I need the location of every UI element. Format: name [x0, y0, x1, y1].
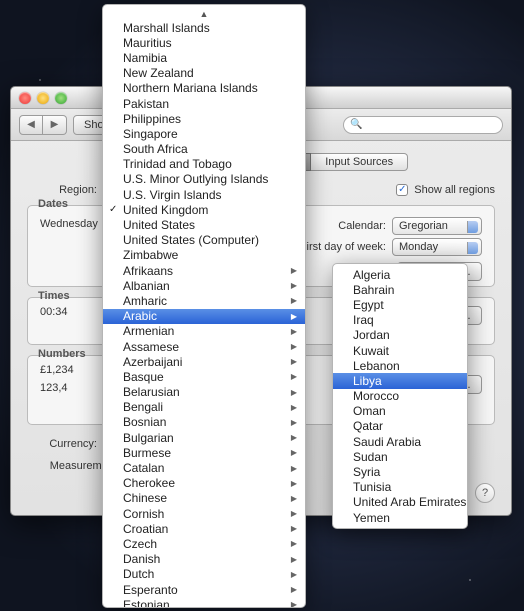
submenu-item[interactable]: Sudan [333, 449, 467, 464]
submenu-item[interactable]: Oman [333, 404, 467, 419]
menu-item[interactable]: Czech [103, 536, 305, 551]
search-input[interactable]: 🔍 [343, 116, 503, 134]
menu-item[interactable]: Esperanto [103, 582, 305, 597]
menu-item[interactable]: Croatian [103, 521, 305, 536]
menu-item[interactable]: Assamese [103, 339, 305, 354]
submenu-item[interactable]: Libya [333, 373, 467, 388]
nav-back-button[interactable]: ◀ [19, 115, 43, 135]
submenu-item[interactable]: United Arab Emirates [333, 495, 467, 510]
menu-item[interactable]: Namibia [103, 50, 305, 65]
show-all-regions-label: Show all regions [414, 184, 495, 196]
menu-item[interactable]: Albanian [103, 278, 305, 293]
search-field[interactable] [362, 118, 496, 132]
menu-item[interactable]: New Zealand [103, 66, 305, 81]
menu-item[interactable]: U.S. Virgin Islands [103, 187, 305, 202]
menu-item[interactable]: Belarusian [103, 385, 305, 400]
menu-item[interactable]: Afrikaans [103, 263, 305, 278]
menu-item[interactable]: Mauritius [103, 35, 305, 50]
menu-item[interactable]: Dutch [103, 567, 305, 582]
region-label: Region: [27, 184, 97, 196]
times-sample-1: 00:34 [40, 306, 100, 325]
menu-item[interactable]: Burmese [103, 445, 305, 460]
menu-item[interactable]: Zimbabwe [103, 248, 305, 263]
help-button[interactable]: ? [475, 483, 495, 503]
submenu-item[interactable]: Tunisia [333, 480, 467, 495]
submenu-item[interactable]: Algeria [333, 267, 467, 282]
menu-item[interactable]: Catalan [103, 460, 305, 475]
dates-sample-1: Wednesday [40, 218, 100, 230]
menu-item[interactable]: Estonian [103, 597, 305, 608]
close-button[interactable] [19, 92, 31, 104]
menu-item[interactable]: United States (Computer) [103, 233, 305, 248]
menu-item[interactable]: U.S. Minor Outlying Islands [103, 172, 305, 187]
search-icon: 🔍 [350, 119, 362, 130]
menu-item[interactable]: Philippines [103, 111, 305, 126]
menu-item[interactable]: Northern Mariana Islands [103, 81, 305, 96]
menu-item[interactable]: South Africa [103, 142, 305, 157]
nav-segment: ◀ ▶ [19, 115, 67, 135]
menu-item[interactable]: Cornish [103, 506, 305, 521]
menu-item[interactable]: Bulgarian [103, 430, 305, 445]
currency-label: Currency: [27, 438, 97, 450]
menu-item[interactable]: United States [103, 217, 305, 232]
submenu-item[interactable]: Lebanon [333, 358, 467, 373]
calendar-popup[interactable]: Gregorian [392, 217, 482, 235]
submenu-item[interactable]: Egypt [333, 297, 467, 312]
submenu-item[interactable]: Jordan [333, 328, 467, 343]
numbers-sample-1: £1,234 [40, 364, 74, 376]
nav-forward-button[interactable]: ▶ [43, 115, 67, 135]
menu-item[interactable]: Marshall Islands [103, 20, 305, 35]
menu-item[interactable]: Cherokee [103, 476, 305, 491]
menu-item[interactable]: Armenian [103, 324, 305, 339]
menu-item[interactable]: Singapore [103, 126, 305, 141]
minimize-button[interactable] [37, 92, 49, 104]
scroll-up-arrow[interactable]: ▲ [103, 8, 305, 20]
menu-item[interactable]: Pakistan [103, 96, 305, 111]
menu-item[interactable]: Basque [103, 369, 305, 384]
numbers-sample-2: 123,4 [40, 382, 74, 394]
menu-item[interactable]: Azerbaijani [103, 354, 305, 369]
submenu-item[interactable]: Iraq [333, 313, 467, 328]
menu-item[interactable]: Arabic [103, 309, 305, 324]
menu-item[interactable]: Trinidad and Tobago [103, 157, 305, 172]
region-submenu[interactable]: AlgeriaBahrainEgyptIraqJordanKuwaitLeban… [332, 263, 468, 529]
submenu-item[interactable]: Bahrain [333, 282, 467, 297]
submenu-item[interactable]: Qatar [333, 419, 467, 434]
menu-item[interactable]: Bosnian [103, 415, 305, 430]
tab-input-sources[interactable]: Input Sources [311, 153, 408, 171]
region-menu[interactable]: ▲ Marshall IslandsMauritiusNamibiaNew Ze… [102, 4, 306, 608]
submenu-item[interactable]: Syria [333, 464, 467, 479]
submenu-item[interactable]: Saudi Arabia [333, 434, 467, 449]
menu-item[interactable]: United Kingdom [103, 202, 305, 217]
submenu-item[interactable]: Kuwait [333, 343, 467, 358]
menu-item[interactable]: Amharic [103, 293, 305, 308]
menu-item[interactable]: Chinese [103, 491, 305, 506]
firstday-popup[interactable]: Monday [392, 238, 482, 256]
show-all-regions-checkbox[interactable] [396, 184, 408, 196]
zoom-button[interactable] [55, 92, 67, 104]
submenu-item[interactable]: Morocco [333, 389, 467, 404]
menu-item[interactable]: Bengali [103, 400, 305, 415]
menu-item[interactable]: Danish [103, 552, 305, 567]
submenu-item[interactable]: Yemen [333, 510, 467, 525]
